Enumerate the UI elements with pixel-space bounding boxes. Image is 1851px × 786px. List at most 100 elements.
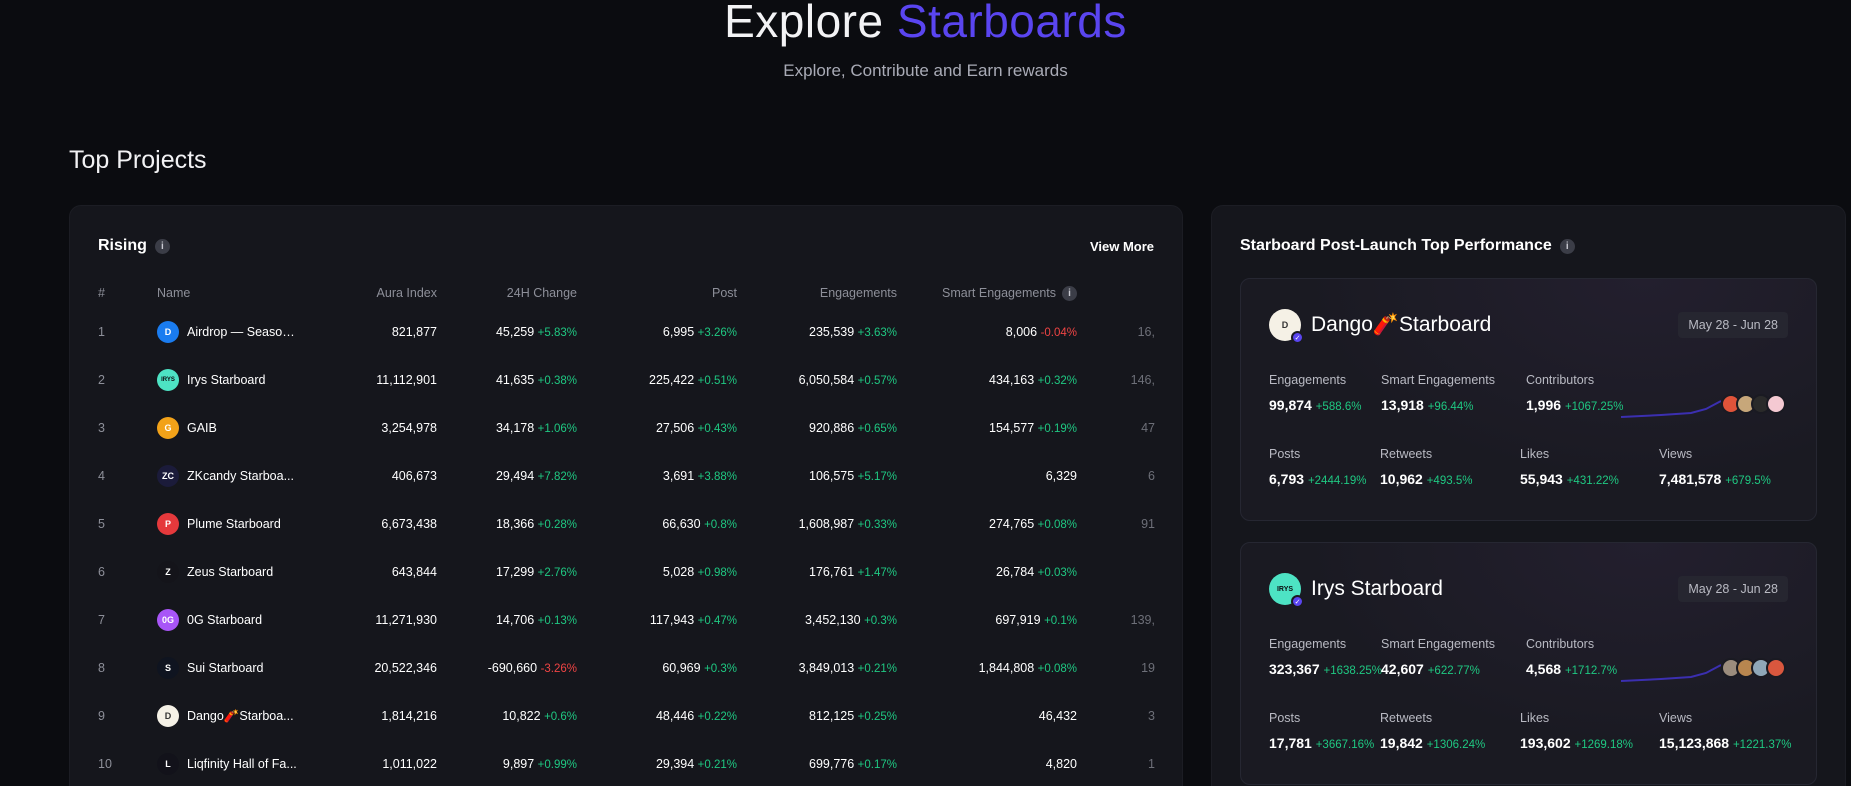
page-title-main: Explore [724, 0, 884, 47]
performance-card[interactable]: IRYS ✓ Irys Starboard May 28 - Jun 28 Eng… [1240, 542, 1817, 785]
stat-value: 55,943 +431.22% [1520, 471, 1619, 487]
table-row[interactable]: 5 P Plume Starboard 6,673,438 18,366 +0.28% 6… [98, 500, 1165, 548]
row-post: 29,394 +0.21% [655, 757, 737, 771]
row-name[interactable]: S Sui Starboard [157, 644, 315, 692]
row-smart-engagements: 154,577 +0.19% [989, 421, 1077, 435]
table-row[interactable]: 2 IRYS Irys Starboard 11,112,901 41,635 +0.3… [98, 356, 1165, 404]
table-row[interactable]: 9 D Dango🧨Starboa... 1,814,216 10,822 +0.6% 4… [98, 692, 1165, 740]
row-post: 27,506 +0.43% [655, 421, 737, 435]
info-icon[interactable]: i [154, 238, 170, 254]
row-name[interactable]: L Liqfinity Hall of Fa... [157, 740, 315, 786]
row-rank: 3 [98, 421, 105, 435]
table-row[interactable]: 10 L Liqfinity Hall of Fa... 1,011,022 9,897… [98, 740, 1165, 786]
view-more-link[interactable]: View More [1090, 239, 1154, 254]
stat-label: Views [1659, 447, 1693, 461]
row-smart-engagements: 4,820 [1045, 757, 1077, 771]
row-aura-index: 6,673,438 [381, 517, 437, 531]
rising-panel: Rising i View More # Name Aura Index 24H… [69, 205, 1183, 786]
contributor-avatars [1721, 394, 1786, 414]
column-header-aura-index[interactable]: Aura Index [315, 278, 437, 308]
stat-likes: Likes 55,943 +431.22% [1520, 447, 1619, 487]
change-percent: +1.47% [857, 567, 897, 579]
stat-retweets: Retweets 19,842 +1306.24% [1380, 711, 1485, 751]
row-post: 66,630 +0.8% [662, 517, 737, 531]
row-name[interactable]: Z Zeus Starboard [157, 548, 315, 596]
row-engagements: 812,125 +0.25% [809, 709, 897, 723]
change-percent: +0.33% [857, 519, 897, 531]
stat-value: 19,842 +1306.24% [1380, 735, 1486, 751]
info-icon[interactable]: i [1062, 285, 1077, 301]
row-aura-index: 1,814,216 [381, 709, 437, 723]
change-percent: +0.3% [704, 663, 737, 675]
card-project-name: Dango🧨Starboard [1311, 313, 1492, 336]
change-percent: -0.04% [1040, 327, 1077, 339]
change-percent: +0.13% [537, 615, 577, 627]
stat-value: 17,781 +3667.16% [1269, 735, 1375, 751]
column-header-smart-engagements[interactable]: Smart Engagements i [897, 278, 1077, 308]
stat-contributors: Contributors 4,568 +1712.7% [1526, 637, 1617, 677]
column-header-24h-change[interactable]: 24H Change [437, 278, 577, 308]
stat-label: Engagements [1269, 373, 1347, 387]
change-percent: +3.88% [697, 471, 737, 483]
stat-likes: Likes 193,602 +1269.18% [1520, 711, 1633, 751]
row-name[interactable]: IRYS Irys Starboard [157, 356, 315, 404]
row-aura-index: 11,271,930 [375, 613, 437, 627]
row-name[interactable]: G GAIB [157, 404, 315, 452]
row-overflow-value: 6 [1148, 469, 1155, 483]
row-24h-change: -690,660 -3.26% [487, 661, 577, 675]
row-name[interactable]: 0G 0G Starboard [157, 596, 315, 644]
row-name[interactable]: D Dango🧨Starboa... [157, 692, 315, 740]
row-smart-engagements: 434,163 +0.32% [989, 373, 1077, 387]
row-rank: 1 [98, 325, 105, 339]
row-24h-change: 17,299 +2.76% [495, 565, 577, 579]
project-name: Zeus Starboard [187, 565, 274, 579]
change-percent: +0.08% [1037, 663, 1077, 675]
table-row[interactable]: 6 Z Zeus Starboard 643,844 17,299 +2.76% 5,02… [98, 548, 1165, 596]
stat-views: Views 15,123,868 +1221.37% [1659, 711, 1791, 751]
row-name[interactable]: D Airdrop — Season ... [157, 308, 315, 356]
column-header-post[interactable]: Post [577, 278, 737, 308]
table-row[interactable]: 3 G GAIB 3,254,978 34,178 +1.06% 27,506 +0.43… [98, 404, 1165, 452]
table-row[interactable]: 7 0G 0G Starboard 11,271,930 14,706 +0.13% 11… [98, 596, 1165, 644]
row-name[interactable]: ZC ZKcandy Starboa... [157, 452, 315, 500]
info-icon[interactable]: i [1559, 238, 1575, 254]
table-header-row: # Name Aura Index 24H Change Post Engage… [98, 278, 1165, 308]
row-rank: 6 [98, 565, 105, 579]
row-overflow-value: 47 [1141, 421, 1155, 435]
row-engagements: 3,452,130 +0.3% [804, 613, 897, 627]
row-rank: 7 [98, 613, 105, 627]
project-name: 0G Starboard [187, 613, 263, 627]
row-rank: 9 [98, 709, 105, 723]
table-row[interactable]: 4 ZC ZKcandy Starboa... 406,673 29,494 +7.82… [98, 452, 1165, 500]
project-name: Airdrop — Season ... [187, 325, 297, 339]
row-aura-index: 406,673 [391, 469, 437, 483]
stat-value: 42,607 +622.77% [1381, 661, 1480, 677]
verified-badge-icon: ✓ [1291, 595, 1304, 608]
project-logo-icon: IRYS [157, 369, 179, 391]
stat-engagements: Engagements 323,367 +1638.25% [1269, 637, 1382, 677]
row-aura-index: 20,522,346 [374, 661, 437, 675]
performance-card[interactable]: D ✓ Dango🧨Starboard May 28 - Jun 28 Engag… [1240, 278, 1817, 521]
change-percent: +1.06% [537, 423, 577, 435]
stat-value: 4,568 +1712.7% [1526, 661, 1618, 677]
stat-views: Views 7,481,578 +679.5% [1659, 447, 1771, 487]
table-row[interactable]: 1 D Airdrop — Season ... 821,877 45,259 +5.8… [98, 308, 1165, 356]
change-percent: +0.47% [697, 615, 737, 627]
change-percent: -3.26% [540, 663, 577, 675]
row-rank: 8 [98, 661, 105, 675]
change-percent: +0.28% [537, 519, 577, 531]
performance-header: Starboard Post-Launch Top Performance i [1240, 237, 1575, 255]
row-post: 48,446 +0.22% [655, 709, 737, 723]
row-name[interactable]: P Plume Starboard [157, 500, 315, 548]
stat-label: Views [1659, 711, 1693, 725]
page-title: Explore Starboards [0, 0, 1851, 48]
row-smart-engagements: 46,432 [1038, 709, 1077, 723]
column-header-smart-label: Smart Engagements [942, 286, 1056, 300]
table-row[interactable]: 8 S Sui Starboard 20,522,346 -690,660 -3.26%… [98, 644, 1165, 692]
stat-label: Engagements [1269, 637, 1347, 651]
column-header-engagements[interactable]: Engagements [737, 278, 897, 308]
row-engagements: 106,575 +5.17% [809, 469, 897, 483]
change-percent: +7.82% [537, 471, 577, 483]
row-smart-engagements: 8,006 -0.04% [1005, 325, 1077, 339]
stat-smart-engagements: Smart Engagements 13,918 +96.44% [1381, 373, 1495, 413]
